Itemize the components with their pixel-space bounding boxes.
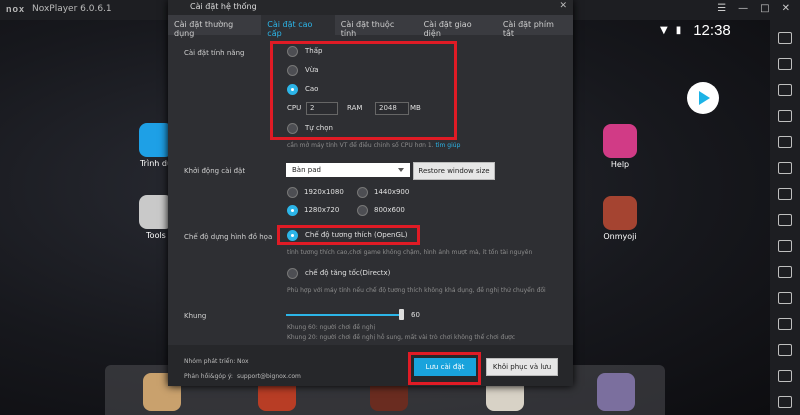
menu-icon[interactable]: ☰ <box>717 3 726 14</box>
screenshot-icon[interactable] <box>778 162 792 174</box>
res-1280-label: 1280x720 <box>304 206 340 214</box>
feedback-label: Phản hồi&góp ý: <box>184 373 233 380</box>
highlight-box-opengl <box>277 225 420 245</box>
more-icon[interactable] <box>778 318 792 330</box>
back-icon[interactable] <box>778 344 792 356</box>
app-title: NoxPlayer 6.0.6.1 <box>32 4 112 14</box>
onmyoji-icon <box>603 196 637 230</box>
app-label: Tools <box>146 231 166 240</box>
radio-800x600[interactable] <box>357 205 368 216</box>
restore-window-size-button[interactable]: Restore window size <box>413 162 495 180</box>
restore-and-save-button[interactable]: Khôi phục và lưu <box>486 358 558 376</box>
tab-general[interactable]: Cài đặt thường dụng <box>168 15 261 38</box>
settings-tabs: Cài đặt thường dụng Cài đặt cao cấp Cài … <box>168 15 573 38</box>
wifi-icon: ▼ <box>660 24 668 36</box>
shake-icon[interactable] <box>778 240 792 252</box>
dock-app-icon[interactable] <box>597 373 635 411</box>
help-link[interactable]: tìm giúp <box>436 142 461 149</box>
volume-down-icon[interactable] <box>778 214 792 226</box>
nox-logo: nox <box>6 4 26 14</box>
multi-instance-icon[interactable] <box>778 266 792 278</box>
keyboard-icon[interactable] <box>778 136 792 148</box>
maximize-icon[interactable]: □ <box>760 3 769 14</box>
app-help[interactable]: Help <box>600 124 640 169</box>
fps-hint-20: Khung 20: người chơi đề nghị hỗ sung, mấ… <box>287 334 516 341</box>
app-label: Onmyoji <box>603 232 637 241</box>
dev-label: Nhóm phát triển: <box>184 358 236 365</box>
window-controls: ☰ — □ ✕ <box>717 3 790 14</box>
side-toolbar <box>770 20 800 415</box>
tab-shortcuts[interactable]: Cài đặt phím tắt <box>497 15 573 38</box>
performance-label: Cài đặt tính năng <box>184 49 245 57</box>
res-1440-label: 1440x900 <box>374 188 410 196</box>
android-status-bar: ▼ ▮ 12:38 <box>660 20 770 40</box>
tab-advanced[interactable]: Cài đặt cao cấp <box>261 15 335 38</box>
directx-label: chế độ tăng tốc(Directx) <box>305 269 391 277</box>
screen-icon[interactable] <box>778 32 792 44</box>
radio-1280x720[interactable] <box>287 205 298 216</box>
startup-label: Khởi động cài đặt <box>184 167 246 175</box>
fullscreen-icon[interactable] <box>778 58 792 70</box>
fps-hint-60: Khung 60: người chơi đề nghị <box>287 324 376 331</box>
minimize-icon[interactable]: — <box>738 3 748 14</box>
feedback-email[interactable]: support@bignox.com <box>237 373 301 380</box>
opengl-hint: tính tương thích cao,chơi game không chậ… <box>287 249 533 256</box>
volume-up-icon[interactable] <box>778 188 792 200</box>
directx-hint: Phù hợp với máy tính nếu chế độ tương th… <box>287 287 546 294</box>
radio-1920x1080[interactable] <box>287 187 298 198</box>
close-icon[interactable]: ✕ <box>559 1 567 11</box>
apk-icon[interactable] <box>778 110 792 122</box>
graphics-label: Chế độ dựng hình đồ họa <box>184 233 273 241</box>
record-icon[interactable] <box>778 292 792 304</box>
cpu-hint: cần mở máy tính VT để điều chỉnh số CPU … <box>287 142 460 149</box>
dialog-title: Cài đặt hệ thống <box>190 2 257 11</box>
tab-properties[interactable]: Cài đặt thuộc tính <box>335 15 418 38</box>
frames-label: Khung <box>184 312 207 320</box>
play-store-icon[interactable] <box>687 82 719 114</box>
clock: 12:38 <box>693 21 731 39</box>
radio-directx[interactable] <box>287 268 298 279</box>
tab-interface[interactable]: Cài đặt giao diện <box>418 15 497 38</box>
help-icon <box>603 124 637 158</box>
device-mode-select[interactable]: Bàn pad <box>286 163 410 177</box>
app-label: Help <box>610 160 630 169</box>
radio-1440x900[interactable] <box>357 187 368 198</box>
res-1920-label: 1920x1080 <box>304 188 344 196</box>
highlight-box-performance <box>270 41 457 140</box>
cpu-hint-text: cần mở máy tính VT để điều chỉnh số CPU … <box>287 142 434 149</box>
location-icon[interactable] <box>778 84 792 96</box>
close-icon[interactable]: ✕ <box>782 3 790 14</box>
recent-apps-icon[interactable] <box>778 396 792 408</box>
home-icon[interactable] <box>778 370 792 382</box>
fps-slider-handle[interactable] <box>399 309 404 320</box>
fps-value: 60 <box>411 311 420 319</box>
fps-slider-track[interactable] <box>286 314 402 316</box>
app-onmyoji[interactable]: Onmyoji <box>600 196 640 241</box>
battery-icon: ▮ <box>675 24 682 36</box>
dialog-title-bar: Cài đặt hệ thống ✕ <box>168 0 573 15</box>
highlight-box-save <box>408 352 481 385</box>
dev-value: Nox <box>237 358 249 365</box>
res-800-label: 800x600 <box>374 206 405 214</box>
